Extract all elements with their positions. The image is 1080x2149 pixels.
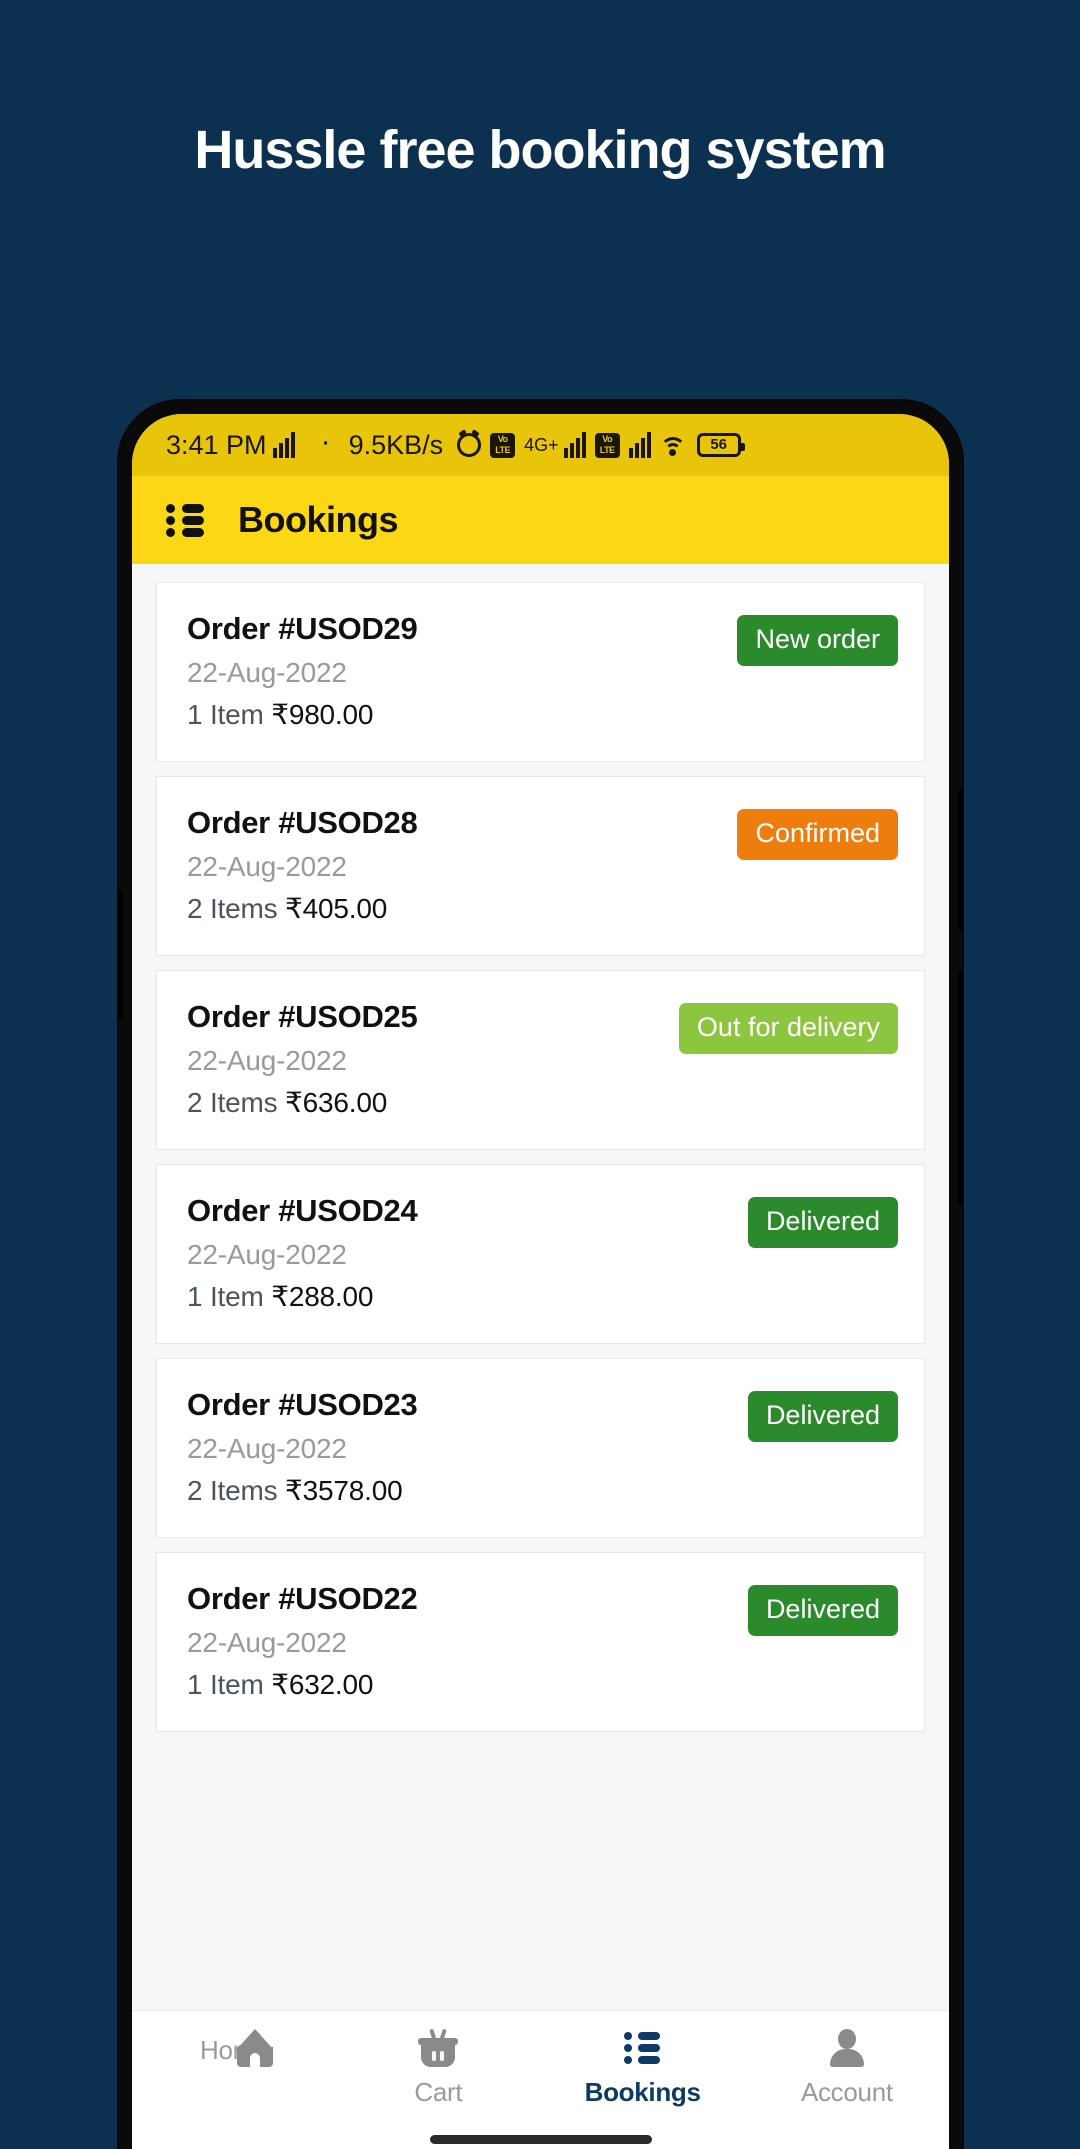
order-card[interactable]: Order #USOD22 22-Aug-2022 1 Item ₹632.00… xyxy=(156,1552,925,1732)
order-date: 22-Aug-2022 xyxy=(187,1433,347,1464)
list-icon xyxy=(622,2027,664,2069)
status-badge: New order xyxy=(737,615,898,666)
order-item-count: 1 Item xyxy=(187,1669,264,1700)
order-date: 22-Aug-2022 xyxy=(187,851,347,882)
order-info: Order #USOD22 22-Aug-2022 1 Item ₹632.00 xyxy=(187,1581,418,1701)
status-badge: Confirmed xyxy=(737,809,898,860)
page-title: Hussle free booking system xyxy=(194,120,886,180)
order-id: Order #USOD28 xyxy=(187,805,418,840)
order-amount: ₹288.00 xyxy=(271,1281,374,1312)
hero-banner: Hussle free booking system xyxy=(0,0,1080,300)
order-id: Order #USOD22 xyxy=(187,1581,418,1616)
order-info: Order #USOD28 22-Aug-2022 2 Items ₹405.0… xyxy=(187,805,418,925)
status-time: 3:41 PM xyxy=(166,429,267,460)
phone-mockup: 3:41 PM · 9.5KB/s Vo LTE 4G+ Vo LTE 56 B… xyxy=(118,400,963,2149)
order-item-count: 2 Items xyxy=(187,893,278,924)
status-badge: Out for delivery xyxy=(678,1003,898,1054)
order-card[interactable]: Order #USOD28 22-Aug-2022 2 Items ₹405.0… xyxy=(156,776,925,956)
order-meta: 2 Items ₹636.00 xyxy=(187,1086,417,1119)
bottom-navigation: Home Cart Bookings Account xyxy=(132,2010,949,2149)
nav-item-cart[interactable]: Cart xyxy=(336,2027,540,2108)
app-bar-title: Bookings xyxy=(238,499,399,540)
signal-bars-sim1-icon xyxy=(563,432,586,458)
left-side-button[interactable] xyxy=(118,890,123,1020)
nav-item-bookings[interactable]: Bookings xyxy=(541,2027,745,2108)
order-info: Order #USOD24 22-Aug-2022 1 Item ₹288.00 xyxy=(187,1193,418,1313)
basket-icon xyxy=(417,2027,459,2069)
status-bar-middle: · 9.5KB/s xyxy=(320,425,444,460)
order-meta: 1 Item ₹288.00 xyxy=(187,1280,417,1313)
order-meta: 1 Item ₹632.00 xyxy=(187,1668,417,1701)
signal-bars-icon xyxy=(272,432,295,458)
order-meta: 1 Item ₹980.00 xyxy=(187,698,417,731)
order-amount: ₹636.00 xyxy=(285,1087,388,1118)
order-date: 22-Aug-2022 xyxy=(187,1045,347,1076)
order-meta: 2 Items ₹3578.00 xyxy=(187,1474,417,1507)
home-indicator[interactable] xyxy=(429,2135,652,2144)
order-amount: ₹3578.00 xyxy=(285,1475,403,1506)
order-id: Order #USOD23 xyxy=(187,1387,418,1422)
volte-sim1-icon: Vo LTE xyxy=(490,432,516,458)
order-card[interactable]: Order #USOD24 22-Aug-2022 1 Item ₹288.00… xyxy=(156,1164,925,1344)
order-info: Order #USOD23 22-Aug-2022 2 Items ₹3578.… xyxy=(187,1387,418,1507)
status-badge: Delivered xyxy=(747,1197,898,1248)
order-amount: ₹405.00 xyxy=(285,893,388,924)
nav-label: Bookings xyxy=(584,2077,701,2107)
network-type-label: 4G+ xyxy=(524,434,559,455)
nav-label: Account xyxy=(800,2077,893,2107)
volume-button[interactable] xyxy=(958,970,963,1205)
order-info: Order #USOD29 22-Aug-2022 1 Item ₹980.00 xyxy=(187,611,418,731)
order-meta: 2 Items ₹405.00 xyxy=(187,892,417,925)
order-item-count: 1 Item xyxy=(187,699,264,730)
phone-screen: 3:41 PM · 9.5KB/s Vo LTE 4G+ Vo LTE 56 B… xyxy=(132,414,949,2149)
order-amount: ₹632.00 xyxy=(271,1669,374,1700)
person-icon xyxy=(826,2027,868,2069)
status-badge: Delivered xyxy=(747,1585,898,1636)
signal-bars-sim2-icon xyxy=(628,432,651,458)
order-id: Order #USOD25 xyxy=(187,999,418,1034)
order-info: Order #USOD25 22-Aug-2022 2 Items ₹636.0… xyxy=(187,999,418,1119)
list-icon[interactable] xyxy=(166,504,204,537)
app-bar: Bookings xyxy=(132,476,949,564)
status-bar: 3:41 PM · 9.5KB/s Vo LTE 4G+ Vo LTE 56 xyxy=(132,414,949,476)
order-id: Order #USOD24 xyxy=(187,1193,418,1228)
nav-label: Cart xyxy=(414,2077,463,2107)
nav-item-account[interactable]: Account xyxy=(745,2027,949,2108)
order-card[interactable]: Order #USOD25 22-Aug-2022 2 Items ₹636.0… xyxy=(156,970,925,1150)
alarm-icon xyxy=(457,433,482,457)
order-item-count: 1 Item xyxy=(187,1281,264,1312)
order-date: 22-Aug-2022 xyxy=(187,1627,347,1658)
status-bar-left: 3:41 PM xyxy=(166,430,295,461)
order-date: 22-Aug-2022 xyxy=(187,657,347,688)
order-list[interactable]: Order #USOD29 22-Aug-2022 1 Item ₹980.00… xyxy=(132,564,949,2010)
power-button[interactable] xyxy=(958,790,963,930)
volte-sim2-icon: Vo LTE xyxy=(594,432,620,458)
status-badge: Delivered xyxy=(747,1391,898,1442)
nav-item-home[interactable]: Home xyxy=(132,2027,336,2067)
order-item-count: 2 Items xyxy=(187,1475,278,1506)
order-date: 22-Aug-2022 xyxy=(187,1239,347,1270)
order-item-count: 2 Items xyxy=(187,1087,278,1118)
order-amount: ₹980.00 xyxy=(271,699,374,730)
order-id: Order #USOD29 xyxy=(187,611,418,646)
battery-icon: 56 xyxy=(696,433,745,457)
order-card[interactable]: Order #USOD23 22-Aug-2022 2 Items ₹3578.… xyxy=(156,1358,925,1538)
wifi-icon xyxy=(659,435,688,456)
status-bar-right: Vo LTE 4G+ Vo LTE 56 xyxy=(457,432,745,458)
order-card[interactable]: Order #USOD29 22-Aug-2022 1 Item ₹980.00… xyxy=(156,582,925,762)
network-speed: 9.5KB/s xyxy=(348,429,444,460)
